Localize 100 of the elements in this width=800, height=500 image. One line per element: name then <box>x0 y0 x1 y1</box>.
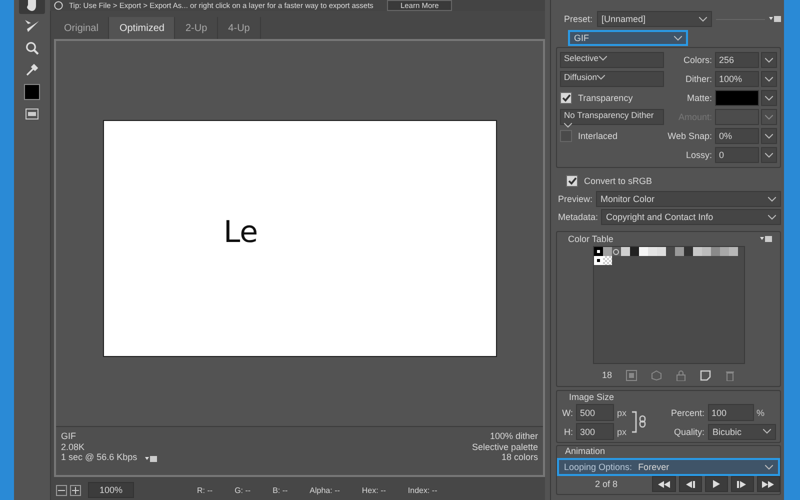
color-readout: B: -- <box>272 486 288 494</box>
preview-label: Preview: <box>558 194 593 204</box>
colors-label: Colors: <box>682 55 712 65</box>
transparency-checkbox[interactable] <box>560 92 572 104</box>
plus-icon <box>72 486 79 494</box>
zoom-icon <box>25 41 39 55</box>
amount-field[interactable] <box>715 109 777 125</box>
chevron-icon <box>765 134 773 138</box>
color-readout: Index: -- <box>408 486 438 494</box>
image-size-title: Image Size <box>568 392 616 402</box>
width-label: W: <box>561 408 573 418</box>
file-info-text: GIF <box>61 431 77 442</box>
color-readout: Alpha: -- <box>310 486 340 494</box>
color-readout: R: -- <box>197 486 213 494</box>
canvas-text: Le <box>224 215 258 250</box>
height-field[interactable]: 300 <box>576 423 614 440</box>
color-swatch[interactable] <box>594 256 602 265</box>
optimization-info-text: Selective palette <box>472 442 538 452</box>
chevron-icon <box>765 96 773 100</box>
unit-label: px <box>617 426 627 436</box>
dither-method-dropdown[interactable]: Diffusion <box>560 71 664 87</box>
chevron-icon <box>765 152 773 158</box>
panel-menu-icon <box>760 235 772 243</box>
chevron-icon <box>564 123 572 128</box>
color-table-title: Color Table <box>568 234 614 244</box>
color-readout: G: -- <box>234 486 251 494</box>
info-icon <box>54 1 63 10</box>
height-label: H: <box>563 426 573 436</box>
slices-icon <box>25 108 39 120</box>
format-dropdown[interactable]: GIF <box>568 30 688 46</box>
looping-options-dropdown[interactable]: Looping Options: Forever <box>557 458 780 476</box>
unit-label: px <box>617 408 627 418</box>
color-swatch[interactable] <box>594 247 602 256</box>
dither-label: Dither: <box>684 74 712 84</box>
optimization-info-text: 18 colors <box>501 452 538 462</box>
play-button[interactable] <box>704 476 728 492</box>
zoom-in-button[interactable] <box>70 484 81 496</box>
zoom-out-button[interactable] <box>56 484 67 496</box>
percent-field[interactable]: 100 <box>708 404 754 421</box>
chevron-icon <box>698 16 707 22</box>
interlaced-checkbox[interactable] <box>560 130 572 142</box>
frame-counter: 2 of 8 <box>594 479 618 489</box>
file-info-text: 2.08K <box>61 442 86 452</box>
convert-srgb-checkbox[interactable] <box>566 175 578 187</box>
chevron-icon <box>596 75 605 80</box>
metadata-label: Metadata: <box>558 212 598 222</box>
file-info-text: 1 sec @ 56.6 Kbps <box>61 452 138 462</box>
chevron-icon <box>768 214 776 220</box>
slice-select-icon <box>24 19 40 33</box>
animation-title: Animation <box>564 446 606 456</box>
color-readout: Hex: -- <box>362 486 386 494</box>
matte-label: Matte: <box>686 93 712 103</box>
lossy-label: Lossy: <box>684 150 712 160</box>
reduction-dropdown[interactable]: Selective <box>560 52 664 68</box>
chevron-icon <box>765 464 773 470</box>
tool-button[interactable] <box>19 0 45 14</box>
metadata-dropdown[interactable]: Copyright and Contact Info <box>601 209 781 225</box>
fast-forward-icon <box>762 480 774 488</box>
eyedropper-icon <box>25 63 39 77</box>
chevron-icon <box>763 429 771 434</box>
chevron-icon <box>765 58 773 62</box>
panel-menu-icon <box>769 15 781 23</box>
web-shift-icon <box>626 370 637 381</box>
chevron-icon <box>765 76 773 82</box>
play-icon <box>712 480 720 488</box>
lock-icon <box>676 370 686 381</box>
cube-icon <box>651 370 662 381</box>
chevron-icon <box>674 36 682 40</box>
preset-label: Preset: <box>564 14 593 24</box>
quality-label: Quality: <box>673 426 705 436</box>
new-color-icon <box>700 370 711 381</box>
matte-dropdown[interactable] <box>715 90 777 106</box>
chevron-icon <box>768 196 776 202</box>
preset-dropdown[interactable]: [Unnamed] <box>596 11 712 27</box>
width-field[interactable]: 500 <box>576 404 614 421</box>
transparency-dither-dropdown[interactable]: No Transparency Dither <box>560 109 664 125</box>
percent-label: Percent: <box>670 408 705 418</box>
color-swatch-icon <box>24 84 40 100</box>
step-forward-icon <box>737 480 748 488</box>
first-frame-button[interactable] <box>652 476 676 492</box>
quality-dropdown[interactable]: Bicubic <box>708 424 776 440</box>
step-back-icon <box>685 480 696 488</box>
convert-srgb-label: Convert to sRGB <box>584 176 652 186</box>
previous-frame-button[interactable] <box>678 476 702 492</box>
view-tab[interactable]: Optimized <box>109 17 176 39</box>
color-count: 18 <box>602 370 612 380</box>
preview-dropdown[interactable]: Monitor Color <box>596 191 781 207</box>
trash-icon <box>725 370 735 381</box>
menu-icon <box>145 455 158 463</box>
last-frame-button[interactable] <box>756 476 780 492</box>
zoom-dropdown[interactable]: 100% <box>88 482 134 498</box>
unit-label: % <box>756 408 765 418</box>
next-frame-button[interactable] <box>730 476 754 492</box>
transparency-label: Transparency <box>578 93 633 103</box>
interlaced-label: Interlaced <box>578 131 618 141</box>
optimization-info-text: 100% dither <box>490 431 538 442</box>
rewind-icon <box>658 480 670 488</box>
web-snap-label: Web Snap: <box>667 131 712 141</box>
chevron-icon <box>598 56 606 61</box>
chevron-icon <box>765 114 773 120</box>
